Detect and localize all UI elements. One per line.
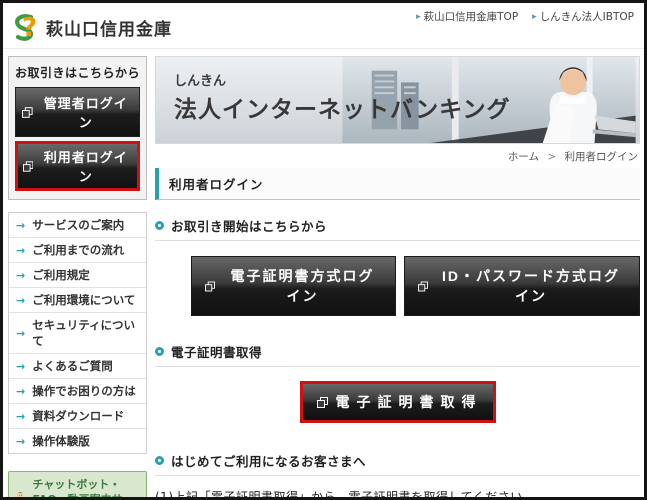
- sidebar-item-trial[interactable]: → 操作体験版: [9, 429, 146, 453]
- section-transaction-start: お取引き開始はこちらから 電子証明書方式ログイン: [155, 216, 640, 316]
- chatbot-banner-label: チャットボット・FAQ・動画案内サービス: [33, 478, 142, 500]
- breadcrumb-home-link[interactable]: ホーム: [508, 151, 539, 163]
- popup-window-icon: [22, 107, 33, 118]
- section-cert-acquisition-head: 電子証明書取得: [155, 342, 640, 367]
- link-ib-top-label: しんきん法人IBTOP: [540, 9, 634, 24]
- sidebar-item-service-guide[interactable]: → サービスのご案内: [9, 213, 146, 238]
- arrow-icon: →: [16, 327, 25, 340]
- page: ? 萩山口信用金庫 ▸ 萩山口信用金庫TOP ▸ しんきん法人IBTOP お取引…: [0, 0, 647, 500]
- menu-label: ご利用環境について: [32, 292, 135, 308]
- sidebar-item-usage-flow[interactable]: → ご利用までの流れ: [9, 238, 146, 263]
- cert-acquisition-button[interactable]: 電子証明書取得: [300, 381, 496, 423]
- bank-logo[interactable]: ? 萩山口信用金庫: [11, 12, 172, 42]
- site-header: ? 萩山口信用金庫 ▸ 萩山口信用金庫TOP ▸ しんきん法人IBTOP: [3, 3, 644, 49]
- banner-title: 法人インターネットバンキング: [174, 90, 510, 124]
- arrow-icon: →: [16, 410, 25, 423]
- first-time-instructions: (1)上記「電子証明書取得」から、電子証明書を取得してください。 (2)上記「お…: [155, 486, 640, 500]
- arrow-icon: →: [16, 360, 25, 373]
- sidebar-menu: → サービスのご案内 → ご利用までの流れ → ご利用規定 → ご利用環境につい…: [8, 212, 147, 454]
- login-buttons-row: 電子証明書方式ログイン ID・パスワード方式ログイン: [191, 256, 640, 316]
- popup-window-icon: [418, 281, 428, 292]
- login-box-title: お取引きはこちらから: [15, 64, 140, 81]
- cert-method-login-label: 電子証明書方式ログイン: [223, 266, 382, 306]
- sidebar-item-security[interactable]: → セキュリティについて: [9, 313, 146, 354]
- arrow-icon: →: [16, 435, 25, 448]
- sidebar-item-operation-help[interactable]: → 操作でお困りの方は: [9, 379, 146, 404]
- link-bank-top-label: 萩山口信用金庫TOP: [424, 9, 519, 24]
- admin-login-label: 管理者ログイン: [39, 93, 133, 131]
- page-title: 利用者ログイン: [155, 168, 640, 200]
- svg-text:?: ?: [22, 13, 37, 42]
- user-login-button[interactable]: 利用者ログイン: [15, 141, 140, 191]
- arrow-icon: →: [16, 385, 25, 398]
- hero-banner: しんきん 法人インターネットバンキング: [155, 56, 640, 144]
- menu-label: サービスのご案内: [32, 217, 124, 233]
- arrow-icon: →: [16, 269, 25, 282]
- id-password-login-button[interactable]: ID・パスワード方式ログイン: [404, 256, 640, 316]
- cert-method-login-button[interactable]: 電子証明書方式ログイン: [191, 256, 396, 316]
- cert-button-row: 電子証明書取得: [155, 381, 640, 423]
- popup-window-icon: [23, 161, 33, 172]
- link-bank-top[interactable]: ▸ 萩山口信用金庫TOP: [416, 9, 518, 24]
- section-title: お取引き開始はこちらから: [171, 216, 327, 235]
- breadcrumb-separator: >: [547, 151, 556, 163]
- menu-label: ご利用規定: [32, 267, 90, 283]
- breadcrumb: ホーム > 利用者ログイン: [155, 144, 640, 168]
- section-title: 電子証明書取得: [171, 342, 262, 361]
- popup-window-icon: [317, 397, 328, 408]
- banner-subtitle: しんきん: [174, 70, 510, 89]
- arrow-icon: →: [16, 219, 25, 232]
- user-login-label: 利用者ログイン: [39, 147, 132, 185]
- admin-login-button[interactable]: 管理者ログイン: [15, 87, 140, 137]
- main-content: しんきん 法人インターネットバンキング ホーム > 利用者ログイン 利用者ログイ…: [155, 56, 640, 500]
- ring-icon: [155, 456, 164, 465]
- sidebar: お取引きはこちらから 管理者ログイン 利用者ログイン: [8, 56, 147, 500]
- sidebar-item-faq[interactable]: → よくあるご質問: [9, 354, 146, 379]
- login-box: お取引きはこちらから 管理者ログイン 利用者ログイン: [8, 56, 147, 200]
- content: お取引きはこちらから 管理者ログイン 利用者ログイン: [3, 49, 644, 500]
- bank-name: 萩山口信用金庫: [46, 15, 172, 40]
- banner-text: しんきん 法人インターネットバンキング: [174, 70, 510, 124]
- menu-label: ご利用までの流れ: [32, 242, 124, 258]
- header-links: ▸ 萩山口信用金庫TOP ▸ しんきん法人IBTOP: [416, 9, 634, 24]
- link-ib-top[interactable]: ▸ しんきん法人IBTOP: [532, 9, 634, 24]
- sidebar-item-terms[interactable]: → ご利用規定: [9, 263, 146, 288]
- ring-icon: [155, 347, 164, 356]
- link-arrow-icon: ▸: [532, 12, 537, 22]
- sidebar-item-environment[interactable]: → ご利用環境について: [9, 288, 146, 313]
- arrow-icon: →: [16, 294, 25, 307]
- chatbot-banner[interactable]: チャットボット・FAQ・動画案内サービス: [8, 471, 147, 500]
- arrow-icon: →: [16, 244, 25, 257]
- menu-label: 操作でお困りの方は: [32, 383, 136, 399]
- bank-logo-icon: ?: [11, 12, 41, 42]
- menu-label: 資料ダウンロード: [32, 408, 124, 424]
- menu-label: 操作体験版: [32, 433, 90, 449]
- section-title: はじめてご利用になるお客さまへ: [171, 451, 366, 470]
- popup-window-icon: [205, 281, 215, 292]
- ring-icon: [155, 221, 164, 230]
- section-transaction-start-head: お取引き開始はこちらから: [155, 216, 640, 241]
- cert-acquisition-label: 電子証明書取得: [336, 392, 483, 412]
- sidebar-item-downloads[interactable]: → 資料ダウンロード: [9, 404, 146, 429]
- section-first-time: はじめてご利用になるお客さまへ (1)上記「電子証明書取得」から、電子証明書を取…: [155, 451, 640, 500]
- breadcrumb-current: 利用者ログイン: [565, 151, 639, 163]
- id-password-login-label: ID・パスワード方式ログイン: [436, 266, 626, 306]
- menu-label: よくあるご質問: [32, 358, 113, 374]
- instruction-line: (1)上記「電子証明書取得」から、電子証明書を取得してください。: [155, 486, 640, 500]
- section-first-time-head: はじめてご利用になるお客さまへ: [155, 451, 640, 476]
- operator-character-icon: [13, 483, 28, 500]
- link-arrow-icon: ▸: [416, 12, 421, 22]
- menu-label: セキュリティについて: [32, 317, 142, 349]
- section-cert-acquisition: 電子証明書取得 電子証明書取得: [155, 342, 640, 423]
